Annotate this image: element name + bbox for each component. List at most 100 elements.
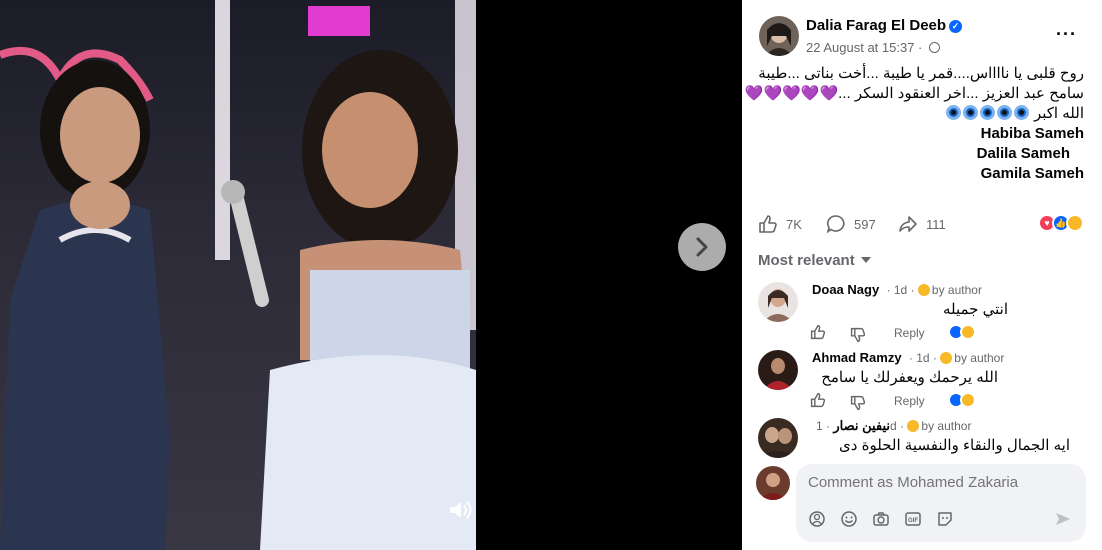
reply-button[interactable]: Reply [894,326,925,340]
commenter-name-text[interactable]: Ahmad Ramzy [812,350,902,365]
care-reaction-icon [1066,214,1084,232]
next-media-button[interactable] [678,223,726,271]
author-reaction-icon [940,352,953,364]
microphone-head [221,180,245,204]
more-dots-icon: ··· [1056,24,1077,44]
stage-led-strip [215,0,230,260]
commenter-avatar[interactable] [758,350,798,390]
chevron-down-icon [860,257,871,263]
like-icon[interactable] [810,324,826,343]
comment-text: ايه الجمال والنقاء والنفسية الحلوة دى [839,437,1070,454]
comment-icon [826,215,845,234]
comment-item: Ahmad Ramzy · 1d · by author الله يرحمك … [758,350,1088,414]
more-options-button[interactable]: ··· [1056,24,1077,45]
caption-name: Dalila Sameh [976,145,1070,162]
caption-line: سامح عبد العزيز ...اخر العنقود السكر ...… [745,84,1084,104]
caption-name: Gamila Sameh [980,165,1084,182]
comment-filter-dropdown[interactable]: Most relevant [758,252,871,269]
reply-button[interactable]: Reply [894,394,925,408]
girl-hand [70,181,130,229]
emoji-icon[interactable] [840,510,858,528]
dislike-icon[interactable] [850,392,866,411]
author-avatar[interactable] [759,16,799,56]
like-count: 7K [786,216,802,232]
comment-item: نيفين نصار · 1d · by author ايه الجمال و… [758,418,1088,462]
purple-hearts: 💜💜💜💜💜 [744,85,839,102]
author-name-text[interactable]: Dalia Farag El Deeb [806,17,946,34]
commenter-name-text[interactable]: نيفين نصار [833,418,890,433]
care-reaction-icon [960,392,976,408]
verified-badge-icon: ✓ [949,20,963,33]
comment-reactions[interactable] [948,392,976,408]
comment-text: انتي جميله [942,301,1008,318]
comment-composer: GIF [756,464,1096,544]
girl-dress [0,200,170,550]
comment-actions: Reply [810,392,1062,412]
reaction-summary[interactable]: ♥ 👍 [1038,214,1084,232]
avatar-sticker-icon[interactable] [808,510,826,528]
comment-stat[interactable]: 597 [826,214,876,234]
caption-line-text: الله اكبر [1033,105,1084,122]
commenter-avatar[interactable] [758,418,798,458]
comment-input[interactable] [808,474,1078,491]
chevron-right-icon [696,237,708,257]
commenter-name-text[interactable]: Doaa Nagy [812,282,879,297]
evil-eye-icon [1013,105,1029,120]
video-frame[interactable] [0,0,476,550]
svg-text:GIF: GIF [908,518,918,524]
comment-reactions[interactable] [948,324,976,340]
caption-line: روح قلبى يا نااااس....قمر يا طيبة ...أخت… [758,65,1084,82]
commenter-name[interactable]: نيفين نصار · 1d · by author [812,418,971,434]
share-stat[interactable]: 111 [898,214,946,234]
share-count: 111 [926,216,946,232]
sticker-icon[interactable] [936,510,954,528]
author-badge: by author [921,419,972,433]
author-badge: by author [931,283,982,297]
media-viewer [0,0,742,550]
dislike-icon[interactable] [850,324,866,343]
post-author[interactable]: Dalia Farag El Deeb ✓ [806,17,963,34]
author-reaction-icon [917,284,930,296]
post-panel: Dalia Farag El Deeb ✓ 22 August at 15:37 … [742,0,1102,550]
like-icon[interactable] [810,392,826,411]
commenter-name[interactable]: Doaa Nagy · 1d · by author [812,282,982,297]
care-reaction-icon [960,324,976,340]
author-badge: by author [954,351,1005,365]
girl-face [60,87,140,183]
commenter-name[interactable]: Ahmad Ramzy · 1d · by author [812,350,1004,365]
commenter-avatar[interactable] [758,282,798,322]
composer-tools: GIF [808,510,954,528]
caption-line: الله اكبر [756,104,1084,124]
microphone [229,188,269,307]
camera-icon[interactable] [872,510,890,528]
stage-light [308,6,370,36]
comment-filter-label: Most relevant [758,252,855,269]
comment-box: GIF [796,464,1086,542]
woman-face [322,92,418,208]
comment-time[interactable]: 1d [894,283,907,297]
avatar-icon[interactable] [756,466,790,500]
share-icon [899,216,917,232]
video-scene-illustration [0,0,476,550]
like-icon [759,215,777,233]
comment-count: 597 [854,216,876,232]
comment-item: Doaa Nagy · 1d · by author انتي جميله Re… [758,282,1088,346]
comment-time[interactable]: 1d [916,351,929,365]
evil-eye-icon [945,105,961,120]
gif-icon[interactable]: GIF [904,510,922,528]
speaker-icon[interactable] [446,496,474,524]
woman-dress-skirt [260,355,476,550]
post-timestamp[interactable]: 22 August at 15:37 · [806,40,940,55]
post-caption: روح قلبى يا نااااس....قمر يا طيبة ...أخت… [745,64,1084,184]
comment-text: الله يرحمك ويعفرلك يا سامح [821,369,998,386]
author-reaction-icon [907,420,920,432]
send-icon[interactable] [1054,510,1072,533]
post-stats-bar: 7K 597 111 ♥ 👍 [756,214,1096,236]
caption-name: Habiba Sameh [980,125,1084,142]
like-stat[interactable]: 7K [758,214,802,234]
evil-eye-icon [996,105,1012,120]
caption-line-text: سامح عبد العزيز ...اخر العنقود السكر ... [838,85,1084,102]
post-time-text[interactable]: 22 August at 15:37 · [806,40,926,55]
evil-eye-icon [962,105,978,120]
evil-eye-icon [979,105,995,120]
